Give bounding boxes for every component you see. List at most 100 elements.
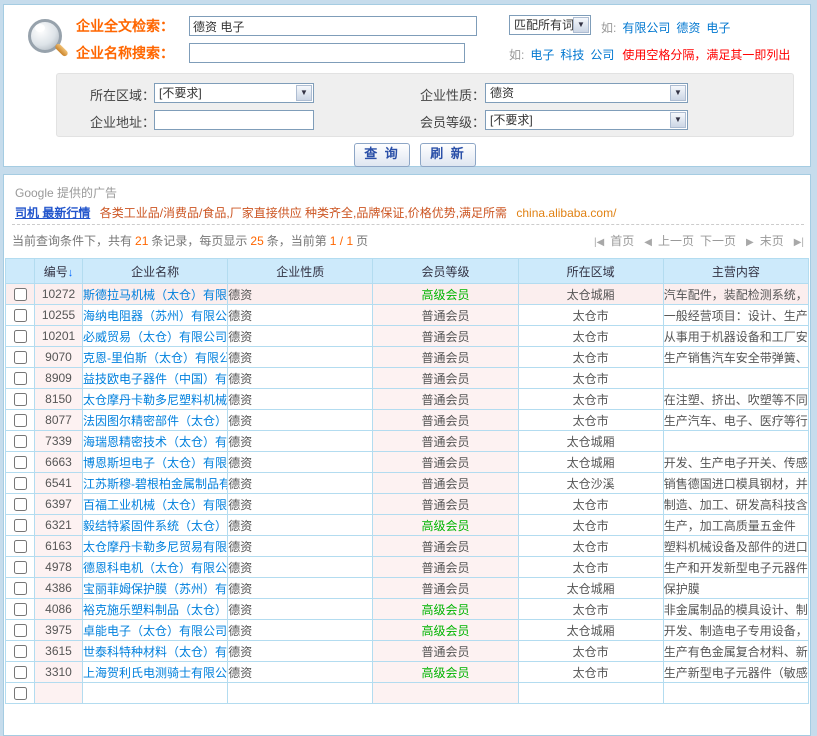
row-checkbox[interactable] (14, 288, 27, 301)
table-header-row: 编号↓ 企业名称 企业性质 会员等级 所在区域 主营内容 (6, 259, 809, 284)
company-link[interactable]: 必威贸易（太仓）有限公司 (83, 330, 227, 344)
checkbox-cell[interactable] (6, 599, 35, 620)
nature-select[interactable]: 德资 ▼ (485, 83, 688, 103)
row-level: 普通会员 (373, 578, 518, 599)
row-checkbox[interactable] (14, 477, 27, 490)
company-link[interactable]: 斯德拉马机械（太仓）有限公司 (83, 288, 228, 302)
hint-link[interactable]: 电子 (530, 48, 554, 62)
checkbox-cell[interactable] (6, 473, 35, 494)
col-header-id[interactable]: 编号↓ (35, 259, 83, 284)
hint-link[interactable]: 有限公司 (622, 21, 670, 35)
checkbox-cell[interactable] (6, 410, 35, 431)
row-checkbox[interactable] (14, 498, 27, 511)
last-page-link[interactable]: 末页 (760, 234, 784, 248)
chevron-down-icon[interactable]: ▼ (573, 17, 589, 33)
company-link[interactable]: 海纳电阻器（苏州）有限公司 (83, 309, 228, 323)
next-page-link[interactable]: 下一页 (700, 234, 736, 248)
company-link[interactable]: 德恩科电机（太仓）有限公司 (83, 561, 228, 575)
row-checkbox[interactable] (14, 582, 27, 595)
row-checkbox[interactable] (14, 372, 27, 385)
hint-link[interactable]: 公司 (590, 48, 614, 62)
row-checkbox[interactable] (14, 645, 27, 658)
company-link[interactable]: 裕克施乐塑料制品（太仓）有限公司 (83, 603, 228, 617)
checkbox-cell[interactable] (6, 578, 35, 599)
row-checkbox[interactable] (14, 540, 27, 553)
row-nature: 德资 (228, 599, 373, 620)
checkbox-cell[interactable] (6, 662, 35, 683)
company-link[interactable]: 法因图尔精密部件（太仓）有限公司 (83, 414, 228, 428)
row-checkbox[interactable] (14, 330, 27, 343)
row-checkbox[interactable] (14, 435, 27, 448)
checkbox-cell[interactable] (6, 305, 35, 326)
chevron-down-icon[interactable]: ▼ (670, 85, 686, 101)
row-checkbox[interactable] (14, 561, 27, 574)
company-link[interactable]: 益技欧电子器件（中国）有限公司 (83, 372, 228, 386)
company-link[interactable]: 太仓摩丹卡勒多尼塑料机械有限公司 (83, 393, 228, 407)
col-header-content[interactable]: 主营内容 (663, 259, 808, 284)
row-checkbox[interactable] (14, 519, 27, 532)
checkbox-cell[interactable] (6, 389, 35, 410)
ad-url-link[interactable]: china.alibaba.com/ (516, 206, 616, 220)
row-checkbox[interactable] (14, 456, 27, 469)
refresh-button[interactable]: 刷 新 (420, 143, 476, 167)
level-select[interactable]: [不要求] ▼ (485, 110, 688, 130)
company-link[interactable]: 毅结特紧固件系统（太仓）有限公司 (83, 519, 228, 533)
prev-page-icon[interactable]: ◀ (644, 237, 652, 248)
row-checkbox[interactable] (14, 351, 27, 364)
first-page-link[interactable]: 首页 (610, 234, 634, 248)
company-link[interactable]: 博恩斯坦电子（太仓）有限公司 (83, 456, 228, 470)
hint-link[interactable]: 科技 (560, 48, 584, 62)
prev-page-link[interactable]: 上一页 (658, 234, 694, 248)
col-header-name[interactable]: 企业名称 (83, 259, 228, 284)
checkbox-cell[interactable] (6, 683, 35, 704)
company-link[interactable]: 世泰科特种材料（太仓）有限公司 (83, 645, 228, 659)
hint-link[interactable]: 德资 (676, 21, 700, 35)
name-search-input[interactable] (189, 43, 465, 63)
col-header-nature[interactable]: 企业性质 (228, 259, 373, 284)
company-link[interactable]: 太仓摩丹卡勒多尼贸易有限公司 (83, 540, 228, 554)
company-link[interactable]: 江苏斯穆-碧根柏金属制品有限公司 (83, 477, 228, 491)
fulltext-search-input[interactable] (189, 16, 477, 36)
row-checkbox[interactable] (14, 687, 27, 700)
checkbox-cell[interactable] (6, 494, 35, 515)
sort-desc-icon[interactable]: ↓ (68, 267, 74, 279)
checkbox-cell[interactable] (6, 326, 35, 347)
row-checkbox[interactable] (14, 309, 27, 322)
row-checkbox[interactable] (14, 624, 27, 637)
row-checkbox[interactable] (14, 603, 27, 616)
col-header-level[interactable]: 会员等级 (373, 259, 518, 284)
checkbox-cell[interactable] (6, 557, 35, 578)
checkbox-cell[interactable] (6, 284, 35, 305)
last-page-icon[interactable]: ▶| (794, 237, 804, 248)
company-link[interactable]: 卓能电子（太仓）有限公司 (83, 624, 227, 638)
company-link[interactable]: 上海贺利氏电测骑士有限公司 (83, 666, 228, 680)
checkbox-cell[interactable] (6, 368, 35, 389)
company-link[interactable]: 宝丽菲姆保护膜（苏州）有限公司 (83, 582, 228, 596)
checkbox-cell[interactable] (6, 431, 35, 452)
first-page-icon[interactable]: |◀ (594, 237, 604, 248)
company-link[interactable]: 海瑞恩精密技术（太仓）有限公司 (83, 435, 228, 449)
checkbox-cell[interactable] (6, 452, 35, 473)
checkbox-cell[interactable] (6, 620, 35, 641)
chevron-down-icon[interactable]: ▼ (296, 85, 312, 101)
row-id: 6163 (35, 536, 83, 557)
hint-link[interactable]: 电子 (706, 21, 730, 35)
checkbox-cell[interactable] (6, 347, 35, 368)
checkbox-cell[interactable] (6, 515, 35, 536)
company-link[interactable]: 百福工业机械（太仓）有限公司 (83, 498, 228, 512)
row-checkbox[interactable] (14, 393, 27, 406)
row-checkbox[interactable] (14, 414, 27, 427)
col-header-region[interactable]: 所在区域 (518, 259, 663, 284)
divider (12, 224, 804, 225)
region-select[interactable]: [不要求] ▼ (154, 83, 314, 103)
next-page-icon[interactable]: ▶ (746, 237, 754, 248)
checkbox-cell[interactable] (6, 536, 35, 557)
checkbox-cell[interactable] (6, 641, 35, 662)
row-checkbox[interactable] (14, 666, 27, 679)
ad-title-link[interactable]: 司机 最新行情 (15, 206, 90, 220)
company-link[interactable]: 克恩-里伯斯（太仓）有限公司 (83, 351, 228, 365)
chevron-down-icon[interactable]: ▼ (670, 112, 686, 128)
address-input[interactable] (154, 110, 314, 130)
match-mode-select[interactable]: 匹配所有词 ▼ (509, 15, 591, 35)
query-button[interactable]: 查 询 (354, 143, 410, 167)
